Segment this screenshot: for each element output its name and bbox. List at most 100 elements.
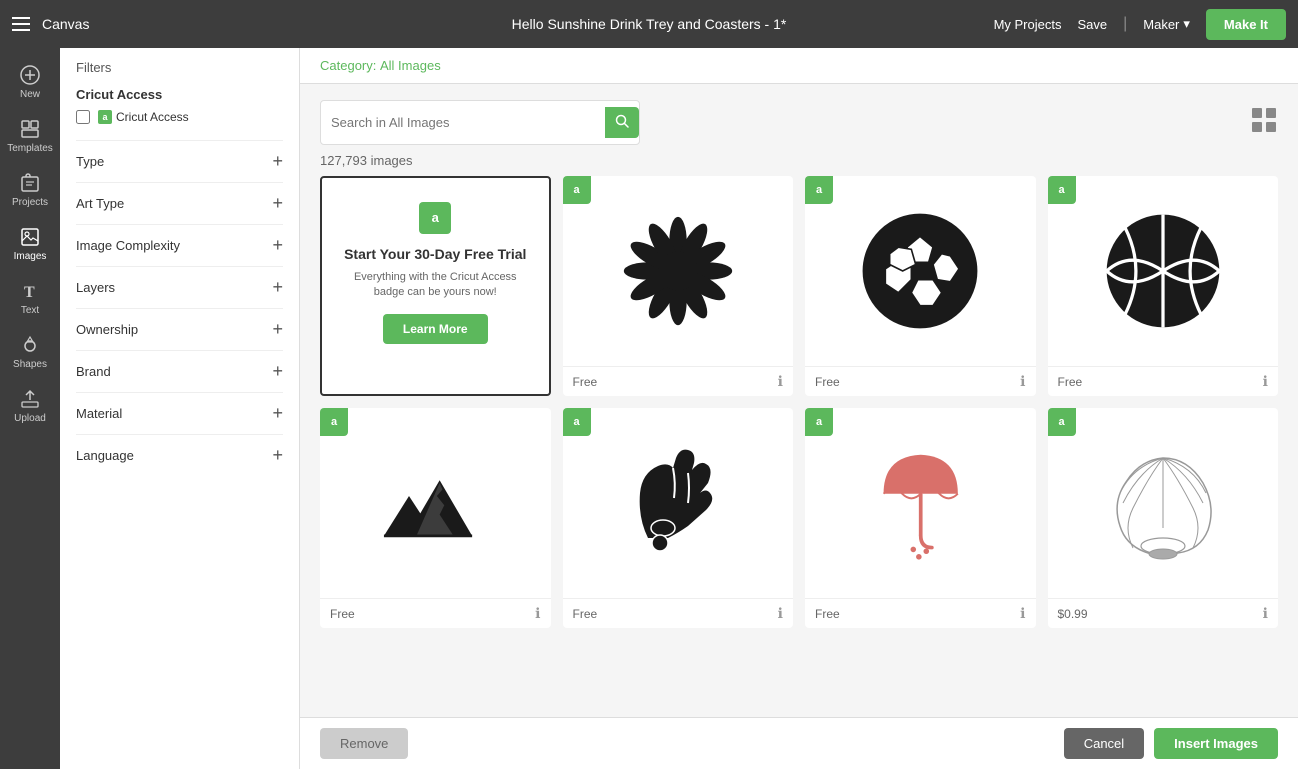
access-badge: a [805, 176, 833, 204]
icon-sidebar: New Templates Projects Images T Text Sha… [0, 48, 60, 769]
app-title: Canvas [42, 16, 89, 32]
grid-toggle-button[interactable] [1250, 106, 1278, 139]
hamburger-menu[interactable] [12, 17, 30, 31]
basketball-image [1068, 196, 1259, 346]
access-badge: a [563, 408, 591, 436]
card-footer: Free ℹ [1048, 366, 1279, 396]
filter-layers[interactable]: Layers + [76, 266, 283, 308]
access-badge: a [805, 408, 833, 436]
image-inner [805, 176, 1036, 366]
search-button[interactable] [605, 107, 639, 138]
maker-dropdown[interactable]: Maker ▾ [1143, 16, 1190, 32]
shell-image [1068, 428, 1259, 578]
soccer-image [825, 196, 1016, 346]
project-title: Hello Sunshine Drink Trey and Coasters -… [512, 16, 787, 32]
cricut-access-filter: a Cricut Access [76, 110, 283, 124]
save-button[interactable]: Save [1077, 17, 1107, 32]
sunflower-image [583, 196, 774, 346]
my-projects-button[interactable]: My Projects [994, 17, 1062, 32]
filter-language[interactable]: Language + [76, 434, 283, 476]
language-expand-icon: + [272, 445, 283, 466]
image-card-sunflower[interactable]: a [563, 176, 794, 396]
type-expand-icon: + [272, 151, 283, 172]
filter-material[interactable]: Material + [76, 392, 283, 434]
glove-image [583, 428, 774, 578]
image-card-umbrella[interactable]: a Free [805, 408, 1036, 628]
search-area [300, 84, 1298, 145]
search-icon [615, 114, 629, 128]
image-count: 127,793 images [300, 145, 1298, 176]
access-badge: a [563, 176, 591, 204]
bottom-bar: Remove Cancel Insert Images [300, 717, 1298, 769]
image-inner [563, 408, 794, 598]
filter-type[interactable]: Type + [76, 140, 283, 182]
material-expand-icon: + [272, 403, 283, 424]
trial-card[interactable]: a Start Your 30-Day Free Trial Everythin… [320, 176, 551, 396]
image-card-mountains[interactable]: a Free ℹ [320, 408, 551, 628]
cricut-access-badge: a Cricut Access [98, 110, 189, 124]
image-card-glove[interactable]: a Free ℹ [563, 408, 794, 628]
cricut-access-checkbox[interactable] [76, 110, 90, 124]
info-icon[interactable]: ℹ [1020, 605, 1025, 622]
image-card-shell[interactable]: a [1048, 408, 1279, 628]
image-complexity-expand-icon: + [272, 235, 283, 256]
info-icon[interactable]: ℹ [1263, 373, 1268, 390]
image-grid: a Start Your 30-Day Free Trial Everythin… [300, 176, 1298, 717]
brand-expand-icon: + [272, 361, 283, 382]
umbrella-image [825, 428, 1016, 578]
learn-more-button[interactable]: Learn More [383, 314, 488, 344]
card-footer: Free ℹ [563, 366, 794, 396]
chevron-down-icon: ▾ [1183, 16, 1190, 32]
sidebar-item-new[interactable]: New [0, 56, 60, 108]
top-nav: Canvas Hello Sunshine Drink Trey and Coa… [0, 0, 1298, 48]
sidebar-item-projects[interactable]: Projects [0, 164, 60, 216]
sidebar-item-upload[interactable]: Upload [0, 380, 60, 432]
filters-title: Filters [76, 60, 283, 75]
search-box [320, 100, 640, 145]
filter-art-type[interactable]: Art Type + [76, 182, 283, 224]
access-badge: a [1048, 408, 1076, 436]
remove-button[interactable]: Remove [320, 728, 408, 759]
search-input[interactable] [331, 115, 605, 130]
svg-text:T: T [24, 284, 35, 301]
make-it-button[interactable]: Make It [1206, 9, 1286, 40]
card-footer: Free ℹ [563, 598, 794, 628]
image-card-soccer[interactable]: a Free [805, 176, 1036, 396]
info-icon[interactable]: ℹ [778, 373, 783, 390]
sidebar-item-shapes[interactable]: Shapes [0, 326, 60, 378]
card-footer: $0.99 ℹ [1048, 598, 1279, 628]
nav-divider: | [1123, 15, 1127, 33]
card-footer: Free ℹ [805, 366, 1036, 396]
cancel-button[interactable]: Cancel [1064, 728, 1144, 759]
sidebar-item-templates[interactable]: Templates [0, 110, 60, 162]
image-inner [1048, 176, 1279, 366]
mountains-image [340, 428, 531, 578]
info-icon[interactable]: ℹ [1020, 373, 1025, 390]
filter-panel: Filters Cricut Access a Cricut Access Ty… [60, 48, 300, 769]
info-icon[interactable]: ℹ [535, 605, 540, 622]
card-footer: Free ℹ [805, 598, 1036, 628]
info-icon[interactable]: ℹ [1263, 605, 1268, 622]
sidebar-item-images[interactable]: Images [0, 218, 60, 270]
filter-image-complexity[interactable]: Image Complexity + [76, 224, 283, 266]
image-inner [1048, 408, 1279, 598]
nav-right: My Projects Save | Maker ▾ Make It [994, 9, 1286, 40]
cricut-access-header: Cricut Access [76, 87, 283, 102]
art-type-expand-icon: + [272, 193, 283, 214]
image-inner [805, 408, 1036, 598]
insert-button[interactable]: Insert Images [1154, 728, 1278, 759]
filter-ownership[interactable]: Ownership + [76, 308, 283, 350]
ownership-expand-icon: + [272, 319, 283, 340]
sidebar-item-text[interactable]: T Text [0, 272, 60, 324]
category-bar: Category: All Images [300, 48, 1298, 84]
image-inner [320, 408, 551, 598]
bottom-actions: Cancel Insert Images [1064, 728, 1278, 759]
access-badge: a [320, 408, 348, 436]
filter-brand[interactable]: Brand + [76, 350, 283, 392]
trial-card-inner: a Start Your 30-Day Free Trial Everythin… [322, 178, 549, 368]
main-content: Category: All Images 127,793 images a [300, 48, 1298, 769]
layers-expand-icon: + [272, 277, 283, 298]
image-card-basketball[interactable]: a Free ℹ [1048, 176, 1279, 396]
cricut-badge-icon: a [98, 110, 112, 124]
info-icon[interactable]: ℹ [778, 605, 783, 622]
